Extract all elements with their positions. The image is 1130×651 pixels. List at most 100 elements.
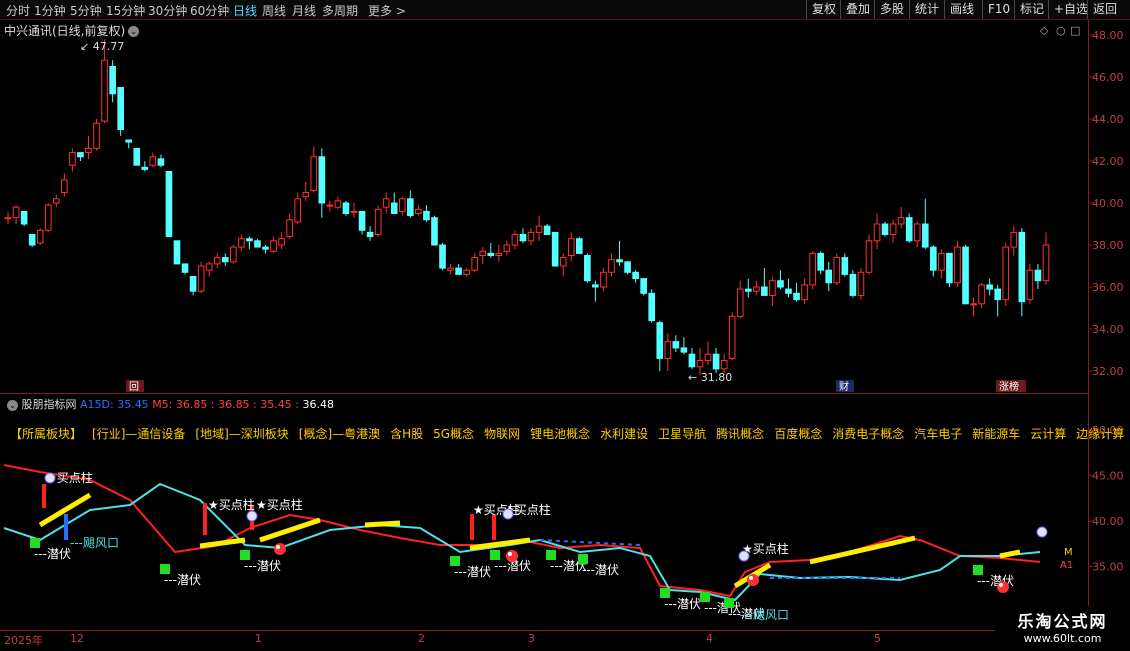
timeframe-30min[interactable]: 30分钟: [148, 2, 187, 19]
candle-body: [294, 198, 302, 223]
draw-line-button[interactable]: 画线: [944, 0, 979, 19]
chevron-down-icon[interactable]: ⌄: [7, 399, 18, 411]
candle-body: [704, 353, 712, 362]
wind-label: ---飓风口: [70, 536, 119, 550]
candle-body: [938, 252, 945, 271]
red-ball-highlight: [749, 576, 753, 580]
candle-body: [52, 198, 60, 204]
candle-body: [254, 240, 261, 248]
event-marker-text: 财: [839, 380, 849, 393]
overlay-button[interactable]: 叠加: [840, 0, 875, 19]
timeframe-multi[interactable]: 多周期: [322, 2, 358, 19]
buy-point-label: ★买点柱: [256, 497, 303, 512]
candle-body: [447, 267, 454, 271]
f10-button[interactable]: F10: [982, 0, 1015, 19]
date-axis: 2025年 12 1 2 3 4 5: [0, 630, 1088, 651]
candle-body: [809, 252, 816, 286]
concept-item: 卫星导航: [658, 427, 707, 441]
back-button[interactable]: 返回: [1087, 0, 1122, 19]
candle-body: [849, 273, 857, 296]
candle-body: [575, 238, 583, 254]
mark-button[interactable]: 标记: [1014, 0, 1049, 19]
candle-body: [616, 259, 623, 263]
timeframe-fenshi[interactable]: 分时: [6, 2, 30, 19]
candle-body: [197, 265, 205, 292]
candle-body: [921, 223, 929, 248]
candle-body: [817, 252, 825, 271]
candle-body: [44, 204, 52, 231]
concept-item: 5G概念: [433, 427, 475, 441]
fuquan-button[interactable]: 复权: [806, 0, 841, 19]
candle-body: [149, 156, 157, 166]
candle-body: [962, 246, 969, 305]
concept-item: [地域]—深圳板块: [195, 427, 289, 441]
red-ball-highlight: [999, 583, 1003, 587]
stock-title-text: 中兴通讯(日线,前复权): [4, 24, 126, 38]
stats-button[interactable]: 统计: [909, 0, 944, 19]
concept-item: 物联网: [484, 427, 521, 441]
timeframe-5min[interactable]: 5分钟: [70, 2, 102, 19]
concept-item: 含H股: [390, 427, 424, 441]
wind-label: ---飓风口: [740, 608, 789, 622]
candle-body: [318, 156, 326, 204]
lurk-label: ---潜伏: [164, 573, 201, 587]
main-chart[interactable]: 50.0045.0040.0035.00MA1★买点柱★买点柱 ★买点柱 ★买点柱★…: [0, 0, 1130, 650]
candle-body: [841, 257, 849, 275]
candle-body: [28, 234, 36, 246]
timeframe-daily[interactable]: 日线: [233, 2, 257, 19]
concept-item: 新能源车: [972, 427, 1021, 441]
candle-body: [246, 238, 253, 242]
candle-body: [656, 322, 664, 359]
lurk-label: ---潜伏: [664, 597, 701, 611]
cup-icon: [44, 472, 56, 484]
timeframe-15min[interactable]: 15分钟: [106, 2, 145, 19]
candle-body: [648, 292, 656, 322]
concept-item: 【所属板块】: [10, 427, 83, 441]
candle-body: [495, 252, 503, 256]
indicator-chart: 50.0045.0040.0035.00MA1★买点柱★买点柱 ★买点柱 ★买点柱★…: [3, 424, 1124, 622]
timeframe-monthly[interactable]: 月线: [292, 2, 316, 19]
candle-body: [551, 231, 559, 267]
concept-item: 水利建设: [600, 427, 649, 441]
candle-body: [398, 198, 406, 212]
candle-body: [946, 252, 953, 284]
cup-icon: [738, 550, 750, 562]
candle-body: [511, 234, 519, 246]
concept-item: 腾讯概念: [716, 427, 765, 441]
candle-body: [930, 246, 937, 271]
multi-stock-button[interactable]: 多股: [874, 0, 909, 19]
timeframe-more[interactable]: 更多 >: [368, 2, 406, 19]
cup-icon: [246, 510, 258, 522]
concept-item: 汽车电子: [914, 427, 963, 441]
chevron-down-icon[interactable]: ⌄: [128, 26, 140, 37]
yellow-segment: [199, 537, 246, 549]
candle-body: [286, 219, 293, 238]
red-ball-icon: [506, 550, 518, 562]
diamond-icon: ◇: [1040, 24, 1049, 37]
candle-body: [350, 210, 358, 213]
candle-body: [986, 284, 993, 290]
candle-body: [825, 269, 833, 284]
candle-body: [640, 278, 647, 294]
candle-body: [173, 240, 181, 265]
candle-body: [165, 171, 173, 238]
event-marker-text: 涨榜: [999, 380, 1019, 393]
candle-body: [157, 158, 165, 166]
candle-body: [471, 257, 479, 271]
timeframe-60min[interactable]: 60分钟: [190, 2, 229, 19]
indicator-name: 股朋指标网: [21, 398, 77, 411]
pane-divider: [0, 393, 1088, 394]
timeframe-weekly[interactable]: 周线: [262, 2, 286, 19]
red-ball-icon: [274, 543, 286, 555]
candle-body: [1010, 231, 1018, 248]
yellow-segment: [999, 549, 1021, 559]
candle-body: [664, 341, 672, 359]
candle-body: [881, 223, 889, 235]
candle-body: [777, 280, 784, 288]
candle-body: [873, 223, 881, 242]
timeframe-1min[interactable]: 1分钟: [34, 2, 66, 19]
candle-body: [125, 139, 133, 143]
candle-body: [455, 267, 462, 275]
candle-body: [20, 210, 28, 225]
concept-item: 锂电池概念: [530, 427, 591, 441]
